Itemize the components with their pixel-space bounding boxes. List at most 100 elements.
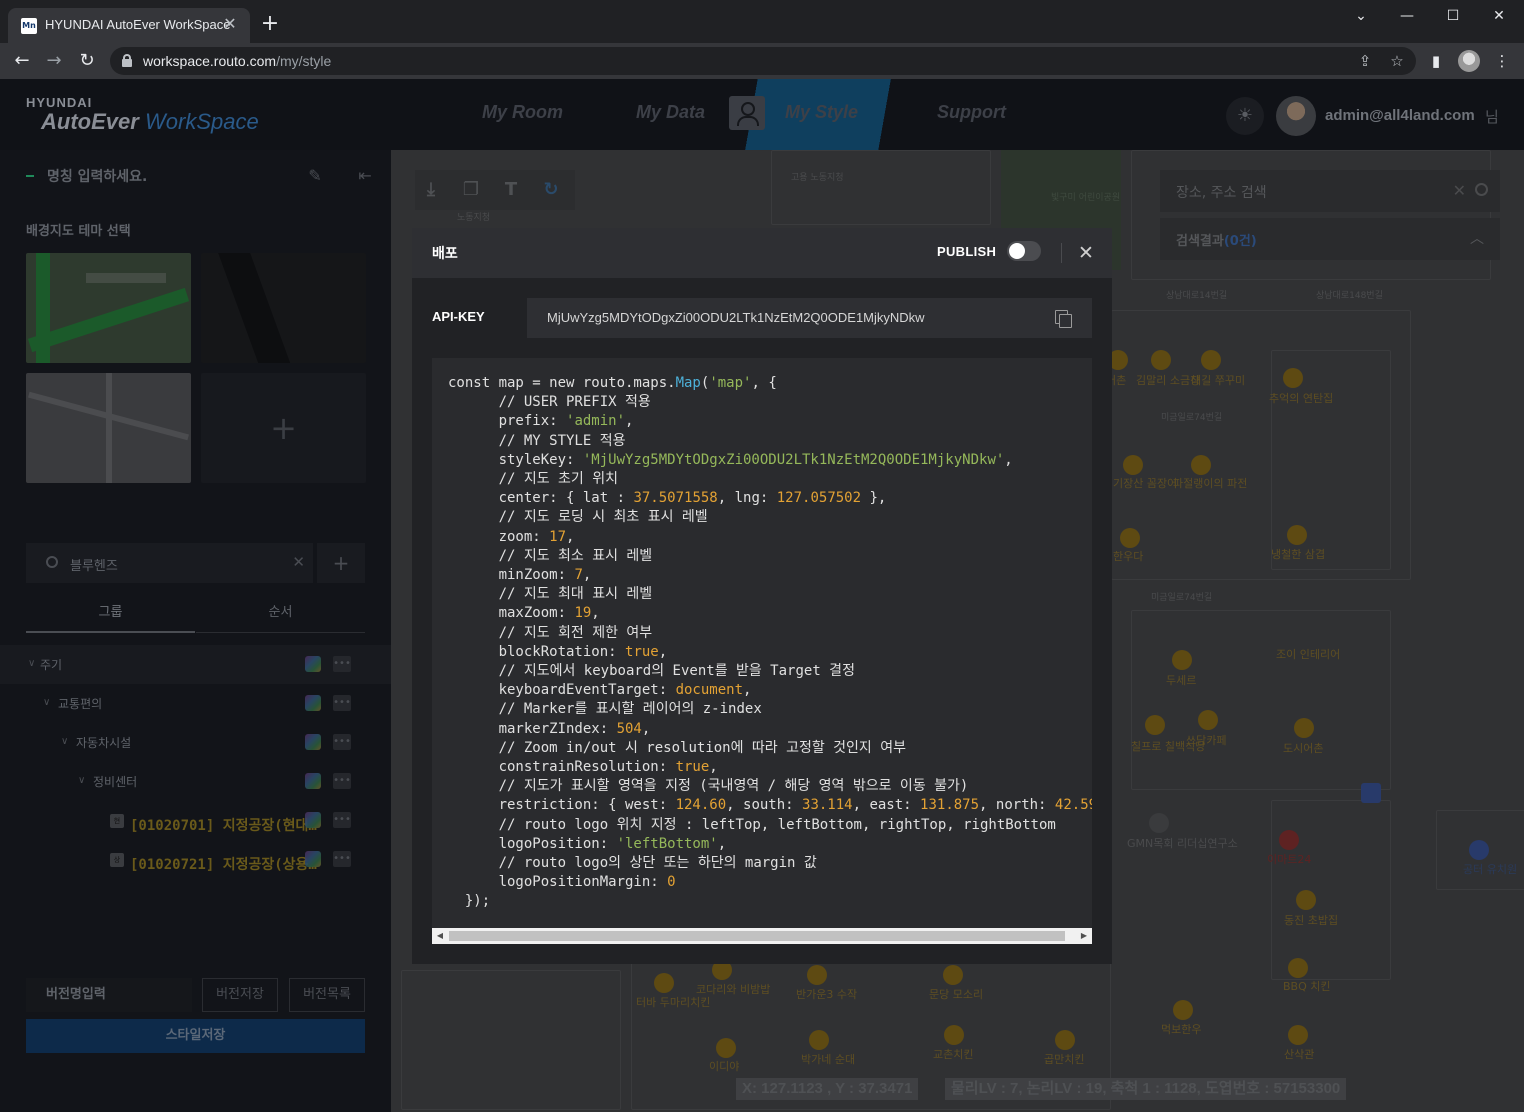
nav-my-style[interactable]: My Style — [785, 102, 858, 123]
nav-my-data[interactable]: My Data — [636, 102, 705, 123]
browser-tab[interactable]: Mn HYUNDAI AutoEver WorkSpace ✕ — [8, 8, 250, 43]
new-tab-button[interactable]: + — [258, 12, 282, 36]
collapse-sidebar-icon[interactable]: ⇤ — [355, 166, 375, 186]
back-button[interactable]: ← — [10, 49, 34, 73]
theme-thumbnail-1[interactable] — [26, 253, 191, 363]
publish-toggle[interactable] — [1007, 241, 1041, 261]
theme-thumbnail-3[interactable] — [26, 373, 191, 483]
restaurant-poi-icon[interactable] — [1120, 528, 1140, 548]
chevron-down-icon[interactable]: ∨ — [43, 697, 50, 708]
more-icon[interactable]: ••• — [333, 656, 351, 672]
add-theme-button[interactable]: + — [201, 373, 366, 483]
kindergarten-poi-icon[interactable] — [1469, 840, 1489, 860]
tab-search-icon[interactable]: ⌄ — [1338, 4, 1384, 28]
restaurant-poi-icon[interactable] — [1201, 350, 1221, 370]
building-poi-icon[interactable] — [1149, 813, 1169, 833]
more-icon[interactable]: ••• — [333, 773, 351, 789]
color-palette-icon[interactable] — [305, 812, 321, 828]
restaurant-poi-icon[interactable] — [1288, 958, 1308, 978]
color-palette-icon[interactable] — [305, 773, 321, 789]
refresh-icon[interactable]: ↻ — [539, 178, 563, 202]
tree-row[interactable]: ∨ 정비센터 ••• — [0, 762, 391, 801]
copy-icon[interactable] — [1055, 310, 1073, 328]
restaurant-poi-icon[interactable] — [1055, 1030, 1075, 1050]
chevron-down-icon[interactable]: ∨ — [61, 736, 68, 747]
restaurant-poi-icon[interactable] — [1287, 525, 1307, 545]
theme-lightbulb-icon[interactable]: ☀ — [1226, 97, 1264, 135]
user-email[interactable]: admin@all4land.com — [1325, 107, 1475, 124]
tree-row[interactable]: ∨ 주기 ••• — [0, 645, 391, 684]
minimize-button[interactable]: — — [1384, 4, 1430, 28]
color-palette-icon[interactable] — [305, 695, 321, 711]
map-search-input[interactable]: 장소, 주소 검색 ✕ — [1160, 170, 1500, 212]
restaurant-poi-icon[interactable] — [654, 973, 674, 993]
scroll-right-arrow-icon[interactable]: ▶ — [1076, 928, 1092, 944]
scroll-left-arrow-icon[interactable]: ◀ — [432, 928, 448, 944]
layers-icon[interactable]: ❐ — [459, 178, 483, 202]
bus-stop-icon[interactable] — [1361, 783, 1381, 803]
side-panel-icon[interactable]: ▮ — [1424, 49, 1448, 73]
download-icon[interactable]: ⤓ — [419, 178, 443, 202]
more-icon[interactable]: ••• — [333, 734, 351, 750]
tab-close-icon[interactable]: ✕ — [220, 14, 240, 34]
tab-order[interactable]: 순서 — [196, 593, 365, 633]
bookmark-star-icon[interactable]: ☆ — [1385, 49, 1409, 73]
restaurant-poi-icon[interactable] — [1294, 718, 1314, 738]
chevron-down-icon[interactable]: ∨ — [28, 658, 35, 669]
scrollbar-thumb[interactable] — [449, 931, 1065, 941]
color-palette-icon[interactable] — [305, 734, 321, 750]
restaurant-poi-icon[interactable] — [809, 1030, 829, 1050]
restaurant-poi-icon[interactable] — [1151, 350, 1171, 370]
search-icon[interactable] — [1475, 183, 1488, 196]
api-key-field[interactable]: MjUwYzg5MDYtODgxZi00ODU2LTk1NzEtM2Q0ODE1… — [527, 298, 1092, 338]
cafe-poi-icon[interactable] — [1172, 650, 1192, 670]
convenience-store-poi-icon[interactable] — [1279, 830, 1299, 850]
more-icon[interactable]: ••• — [333, 812, 351, 828]
layer-search-input[interactable]: 블루헨즈 ✕ — [26, 543, 313, 583]
restaurant-poi-icon[interactable] — [1283, 368, 1303, 388]
reload-button[interactable]: ↻ — [75, 49, 99, 73]
tree-row[interactable]: ∨ 자동차시설 ••• — [0, 723, 391, 762]
address-bar[interactable]: workspace.routo.com/my/style ⇪ ☆ — [110, 47, 1416, 75]
share-icon[interactable]: ⇪ — [1353, 49, 1377, 73]
close-window-button[interactable]: ✕ — [1476, 4, 1522, 28]
code-snippet[interactable]: const map = new routo.maps.Map('map', { … — [432, 358, 1092, 928]
restaurant-poi-icon[interactable] — [807, 965, 827, 985]
theme-thumbnail-2[interactable] — [201, 253, 366, 363]
search-results-panel[interactable]: 검색결과(0건) ︿ — [1160, 218, 1500, 260]
clear-search-icon[interactable]: ✕ — [292, 553, 305, 571]
text-tool-icon[interactable]: T — [499, 178, 523, 202]
chevron-up-icon[interactable]: ︿ — [1470, 228, 1484, 248]
version-name-field[interactable]: 버전명입력 — [26, 978, 192, 1012]
restaurant-poi-icon[interactable] — [1123, 455, 1143, 475]
nav-my-room[interactable]: My Room — [482, 102, 563, 123]
cafe-poi-icon[interactable] — [716, 1038, 736, 1058]
restaurant-poi-icon[interactable] — [944, 1025, 964, 1045]
forward-button[interactable]: → — [42, 49, 66, 73]
avatar[interactable] — [1276, 96, 1316, 136]
chevron-down-icon[interactable]: ∨ — [78, 775, 85, 786]
tab-group[interactable]: 그룹 — [26, 593, 195, 633]
restaurant-poi-icon[interactable] — [1191, 455, 1211, 475]
edit-icon[interactable]: ✎ — [305, 166, 325, 186]
maximize-button[interactable]: ☐ — [1430, 4, 1476, 28]
more-icon[interactable]: ••• — [333, 851, 351, 867]
color-palette-icon[interactable] — [305, 851, 321, 867]
version-save-button[interactable]: 버전저장 — [202, 978, 278, 1012]
version-list-button[interactable]: 버전목록 — [289, 978, 365, 1012]
tree-row[interactable]: 상 [01020721] 지정공장(상용… ••• — [0, 840, 391, 879]
clear-map-search-icon[interactable]: ✕ — [1453, 181, 1466, 200]
tree-row[interactable]: ∨ 교통편의 ••• — [0, 684, 391, 723]
browser-menu-icon[interactable]: ⋮ — [1490, 49, 1514, 73]
restaurant-poi-icon[interactable] — [1145, 715, 1165, 735]
restaurant-poi-icon[interactable] — [943, 965, 963, 985]
restaurant-poi-icon[interactable] — [1288, 1025, 1308, 1045]
nav-support[interactable]: Support — [937, 102, 1006, 123]
restaurant-poi-icon[interactable] — [1296, 890, 1316, 910]
close-icon[interactable]: ✕ — [1076, 241, 1096, 265]
restaurant-poi-icon[interactable] — [1173, 1000, 1193, 1020]
cafe-poi-icon[interactable] — [1198, 710, 1218, 730]
browser-profile-avatar[interactable] — [1458, 50, 1480, 72]
save-style-button[interactable]: 스타일저장 — [26, 1019, 365, 1053]
tree-row[interactable]: 현 [01020701] 지정공장(현대… ••• — [0, 801, 391, 840]
